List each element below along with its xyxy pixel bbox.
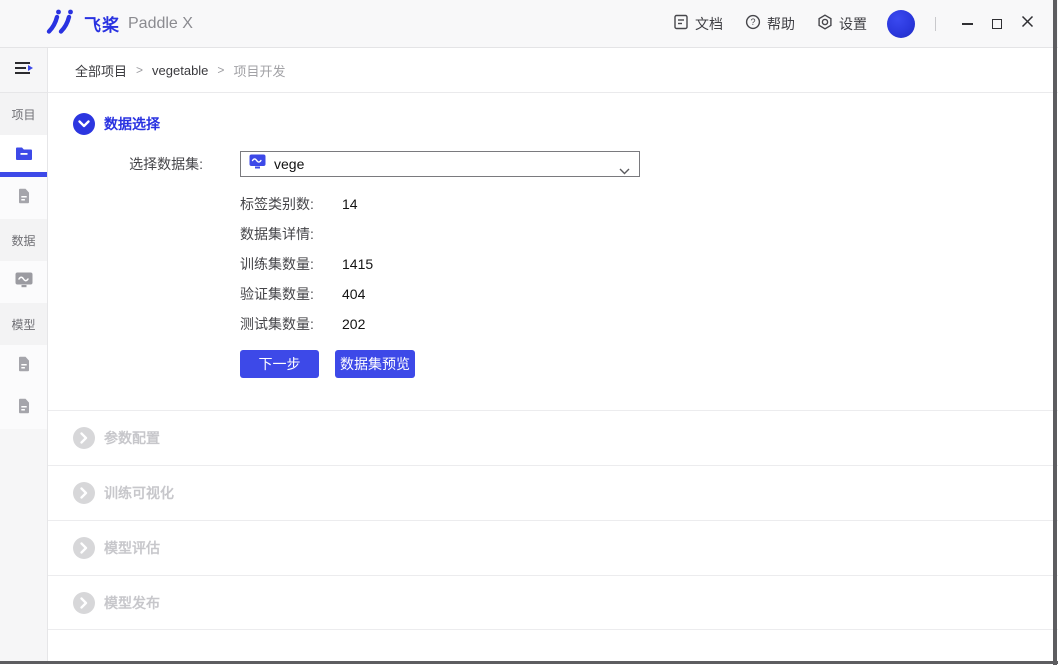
chevron-right-circle-icon (73, 427, 95, 449)
breadcrumb-separator: > (217, 63, 224, 77)
chevron-down-icon (619, 162, 630, 180)
window-edge-right (1053, 0, 1057, 665)
breadcrumb-project-name[interactable]: vegetable (152, 63, 208, 78)
dataset-preview-button[interactable]: 数据集预览 (335, 350, 415, 378)
breadcrumb: 全部项目 > vegetable > 项目开发 (48, 48, 1058, 93)
dataset-select-label: 选择数据集: (73, 154, 203, 174)
file-icon (17, 356, 31, 377)
detail-label: 训练集数量: (240, 254, 342, 274)
file-icon (17, 398, 31, 419)
sidebar-group-model: 模型 (0, 303, 47, 345)
maximize-icon (992, 19, 1002, 29)
chevron-right-circle-icon (73, 537, 95, 559)
collapse-menu-icon (14, 61, 34, 80)
file-icon (17, 188, 31, 209)
sidebar-item-dataset[interactable] (0, 261, 47, 303)
help-icon: ? (745, 14, 761, 33)
detail-label: 验证集数量: (240, 284, 342, 304)
detail-row-label-classes: 标签类别数: 14 (240, 189, 1058, 219)
gear-icon (817, 14, 833, 33)
app-window: 飞桨 Paddle X 文档 ? 帮助 (0, 0, 1058, 665)
chevron-right-circle-icon (73, 592, 95, 614)
close-button[interactable] (1014, 11, 1040, 37)
breadcrumb-all-projects[interactable]: 全部项目 (75, 61, 127, 80)
sidebar-group-project: 项目 (0, 93, 47, 135)
dataset-selected-value: vege (274, 156, 304, 172)
dataset-select-row: 选择数据集: vege (73, 151, 1058, 177)
detail-value: 404 (342, 286, 365, 302)
breadcrumb-separator: > (136, 63, 143, 77)
section-param-config[interactable]: 参数配置 (48, 410, 1058, 465)
sidebar-group-data: 数据 (0, 219, 47, 261)
user-avatar[interactable] (887, 10, 915, 38)
docs-button[interactable]: 文档 (673, 14, 723, 34)
section-data-select: 数据选择 选择数据集: vege (48, 93, 1058, 410)
sidebar-item-model-publish[interactable] (0, 387, 47, 429)
detail-value: 1415 (342, 256, 373, 272)
section-data-select-header[interactable]: 数据选择 (73, 113, 1058, 135)
dataset-chart-icon (249, 154, 266, 174)
maximize-button[interactable] (984, 11, 1010, 37)
help-button[interactable]: ? 帮助 (745, 14, 795, 34)
sidebar: 项目 数据 (0, 48, 48, 661)
action-buttons: 下一步 数据集预览 (240, 350, 1058, 378)
section-title: 训练可视化 (104, 483, 174, 503)
section-train-visualize[interactable]: 训练可视化 (48, 465, 1058, 520)
brand-name-en: Paddle X (128, 15, 193, 33)
sidebar-item-project-list[interactable] (0, 135, 47, 177)
detail-value: 202 (342, 316, 365, 332)
section-title: 数据选择 (104, 114, 160, 134)
sidebar-collapse-button[interactable] (0, 48, 47, 93)
help-label: 帮助 (767, 14, 795, 34)
sidebar-item-project-doc[interactable] (0, 177, 47, 219)
minimize-button[interactable] (954, 11, 980, 37)
detail-row-dataset-info: 数据集详情: (240, 219, 1058, 249)
detail-label: 测试集数量: (240, 314, 342, 334)
paddle-logo: 飞桨 Paddle X (46, 8, 193, 39)
dataset-details: 标签类别数: 14 数据集详情: 训练集数量: 1415 验证集数量: (240, 189, 1058, 339)
dataset-chart-icon (15, 272, 33, 293)
section-title: 参数配置 (104, 428, 160, 448)
header-divider (935, 17, 936, 31)
svg-text:?: ? (750, 17, 755, 27)
chevron-down-circle-icon (73, 113, 95, 135)
docs-label: 文档 (695, 14, 723, 34)
settings-button[interactable]: 设置 (817, 14, 867, 34)
section-model-evaluate[interactable]: 模型评估 (48, 520, 1058, 575)
detail-row-test-count: 测试集数量: 202 (240, 309, 1058, 339)
main-area: 全部项目 > vegetable > 项目开发 数据选择 (48, 48, 1058, 661)
brand-name-cn: 飞桨 (84, 11, 120, 36)
settings-label: 设置 (839, 14, 867, 34)
folder-icon (15, 146, 33, 166)
window-edge-bottom (0, 661, 1058, 664)
detail-value: 14 (342, 196, 358, 212)
document-icon (673, 14, 689, 33)
chevron-right-circle-icon (73, 482, 95, 504)
section-title: 模型发布 (104, 593, 160, 613)
section-title: 模型评估 (104, 538, 160, 558)
detail-row-val-count: 验证集数量: 404 (240, 279, 1058, 309)
sidebar-item-model-train[interactable] (0, 345, 47, 387)
close-icon (1021, 15, 1034, 33)
minimize-icon (962, 23, 973, 25)
breadcrumb-current-page: 项目开发 (233, 61, 285, 80)
paddle-logo-mark-icon (46, 8, 78, 39)
detail-label: 数据集详情: (240, 224, 342, 244)
section-model-publish[interactable]: 模型发布 (48, 575, 1058, 630)
detail-label: 标签类别数: (240, 194, 342, 214)
app-header: 飞桨 Paddle X 文档 ? 帮助 (0, 0, 1058, 48)
next-step-button[interactable]: 下一步 (240, 350, 319, 378)
dataset-select-dropdown[interactable]: vege (240, 151, 640, 177)
detail-row-train-count: 训练集数量: 1415 (240, 249, 1058, 279)
project-dev-content: 数据选择 选择数据集: vege (48, 93, 1058, 661)
